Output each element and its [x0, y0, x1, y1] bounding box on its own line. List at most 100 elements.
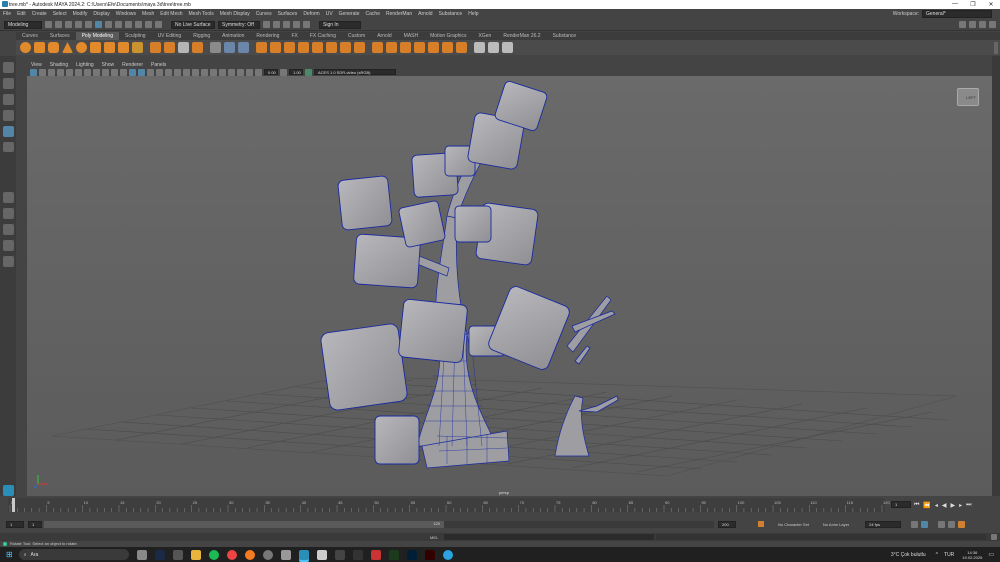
bridge-icon[interactable] [284, 42, 295, 53]
poly-disc-icon[interactable] [104, 42, 115, 53]
menu-substance[interactable]: Substance [436, 11, 466, 17]
steam-icon[interactable] [154, 549, 165, 560]
smooth-shade-icon[interactable] [138, 68, 145, 76]
cmd-language-label[interactable]: MEL [430, 535, 438, 540]
menu-set-dropdown[interactable]: Modeling [4, 20, 42, 29]
gamma-field[interactable]: 1.00 [289, 69, 303, 75]
chrome-icon[interactable] [226, 549, 237, 560]
menu-generate[interactable]: Generate [336, 11, 363, 17]
panel-menu-renderer[interactable]: Renderer [118, 62, 147, 68]
view-transform-dropdown[interactable]: ACES 1.0 SDR-video (sRGB) [314, 69, 396, 75]
platonic-solid-icon[interactable] [118, 42, 129, 53]
loop-icon[interactable] [911, 520, 919, 528]
mirror-icon[interactable] [210, 42, 221, 53]
maya-taskbar-icon[interactable] [298, 549, 309, 560]
bevel-icon[interactable] [270, 42, 281, 53]
insert-edge-loop-icon[interactable] [442, 42, 453, 53]
tab-uv-editing[interactable]: UV Editing [152, 32, 188, 40]
tab-animation[interactable]: Animation [216, 32, 250, 40]
text-tool-icon[interactable] [178, 42, 189, 53]
step-back-key-icon[interactable]: ⏪ [923, 502, 930, 509]
new-scene-icon[interactable] [45, 21, 52, 28]
menu-file[interactable]: File [0, 11, 14, 17]
menu-windows[interactable]: Windows [113, 11, 139, 17]
menu-mesh[interactable]: Mesh [139, 11, 157, 17]
menu-create[interactable]: Create [29, 11, 50, 17]
poly-cylinder-icon[interactable] [48, 42, 59, 53]
planar-map-icon[interactable] [502, 42, 513, 53]
snap-point-icon[interactable] [145, 21, 152, 28]
motion-blur-icon[interactable] [201, 68, 208, 76]
menu-display[interactable]: Display [90, 11, 112, 17]
right-side-tabs[interactable] [992, 56, 1000, 496]
maximize-button[interactable]: ❐ [964, 1, 982, 8]
two-pane-layout-icon[interactable] [2, 224, 14, 235]
ambient-occlusion-icon[interactable] [192, 68, 199, 76]
boolean-icon[interactable] [354, 42, 365, 53]
step-back-frame-icon[interactable]: ◂ [935, 502, 938, 509]
xray-icon[interactable] [237, 68, 244, 76]
shelf-scroll[interactable] [994, 41, 998, 54]
github-icon[interactable] [262, 549, 273, 560]
go-to-end-icon[interactable]: ⏭ [966, 502, 971, 509]
panel-menu-view[interactable]: View [27, 62, 46, 68]
maya-home-icon[interactable] [2, 485, 14, 496]
rotate-tool-icon[interactable] [2, 125, 14, 137]
quad-draw-icon[interactable] [414, 42, 425, 53]
scale-tool-icon[interactable] [2, 141, 14, 153]
tab-xgen[interactable]: XGen [473, 32, 498, 40]
current-frame-field[interactable]: 1 [891, 501, 911, 508]
menu-select[interactable]: Select [50, 11, 70, 17]
poly-sphere-icon[interactable] [20, 42, 31, 53]
exposure-field[interactable]: 0.00 [264, 69, 278, 75]
davinci-icon[interactable] [370, 549, 381, 560]
channel-box-icon[interactable] [989, 21, 996, 28]
weather-widget[interactable]: 3°C Çok bulutlu [891, 552, 926, 558]
use-all-lights-icon[interactable] [174, 68, 181, 76]
tab-custom[interactable]: Custom [342, 32, 371, 40]
taskbar-app-icon[interactable] [172, 549, 183, 560]
wireframe-icon[interactable] [129, 68, 136, 76]
script-editor-icon[interactable] [991, 534, 998, 540]
camera-attributes-icon[interactable] [39, 68, 46, 76]
anim-start-field[interactable]: 1 [6, 520, 24, 528]
hypershade-icon[interactable] [293, 21, 300, 28]
grid-icon[interactable] [66, 68, 73, 76]
tab-mash[interactable]: MASH [398, 32, 424, 40]
attribute-editor-icon[interactable] [969, 21, 976, 28]
target-weld-icon[interactable] [386, 42, 397, 53]
slide-edge-icon[interactable] [474, 42, 485, 53]
sound-icon[interactable] [938, 520, 946, 528]
redo-icon[interactable] [85, 21, 92, 28]
textured-icon[interactable] [165, 68, 172, 76]
auto-key-icon[interactable] [758, 521, 764, 527]
panel-menu-show[interactable]: Show [98, 62, 119, 68]
collapse-icon[interactable] [428, 42, 439, 53]
select-by-component-icon[interactable] [115, 21, 122, 28]
film-gate-icon[interactable] [75, 68, 82, 76]
menu-mesh-display[interactable]: Mesh Display [217, 11, 253, 17]
tab-rigging[interactable]: Rigging [187, 32, 216, 40]
language-indicator[interactable]: TUR [944, 552, 954, 558]
workspace-dropdown[interactable]: General* [922, 10, 992, 18]
go-to-start-icon[interactable]: ⏮ [914, 502, 919, 509]
tab-poly-modeling[interactable]: Poly Modeling [75, 32, 119, 40]
snap-curve-icon[interactable] [135, 21, 142, 28]
key-prefs-icon[interactable] [958, 520, 966, 528]
minimize-button[interactable]: — [946, 1, 964, 8]
photoshop-icon[interactable] [406, 549, 417, 560]
select-by-hierarchy-icon[interactable] [95, 21, 102, 28]
gamma-icon[interactable] [280, 68, 287, 76]
append-polygon-icon[interactable] [312, 42, 323, 53]
pause-viewport-icon[interactable] [303, 21, 310, 28]
menu-cache[interactable]: Cache [363, 11, 383, 17]
paint-select-icon[interactable] [2, 93, 14, 105]
save-scene-icon[interactable] [65, 21, 72, 28]
menu-uv[interactable]: UV [323, 11, 336, 17]
shadows-icon[interactable] [183, 68, 190, 76]
tab-surfaces[interactable]: Surfaces [44, 32, 76, 40]
fill-hole-icon[interactable] [298, 42, 309, 53]
single-perspective-layout-icon[interactable] [2, 192, 14, 204]
epic-games-icon[interactable] [352, 549, 363, 560]
connect-icon[interactable] [400, 42, 411, 53]
